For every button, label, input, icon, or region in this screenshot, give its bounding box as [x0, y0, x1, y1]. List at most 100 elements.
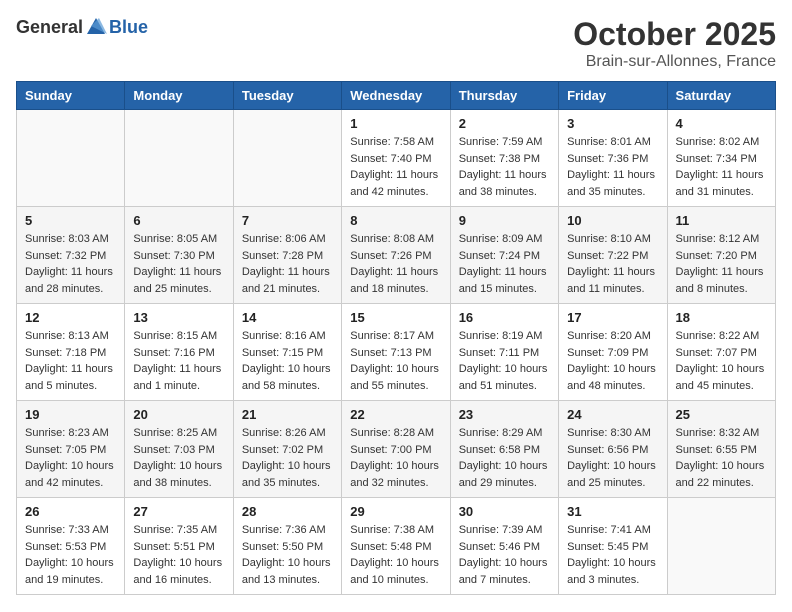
day-info: Sunrise: 7:38 AM Sunset: 5:48 PM Dayligh…: [350, 522, 441, 588]
day-info: Sunrise: 8:32 AM Sunset: 6:55 PM Dayligh…: [676, 425, 767, 491]
day-info: Sunrise: 8:02 AM Sunset: 7:34 PM Dayligh…: [676, 134, 767, 200]
day-info: Sunrise: 8:25 AM Sunset: 7:03 PM Dayligh…: [133, 425, 224, 491]
calendar-cell: 20 Sunrise: 8:25 AM Sunset: 7:03 PM Dayli…: [125, 401, 233, 498]
logo-general-text: General: [16, 17, 83, 38]
day-info: Sunrise: 7:39 AM Sunset: 5:46 PM Dayligh…: [459, 522, 550, 588]
day-info: Sunrise: 8:01 AM Sunset: 7:36 PM Dayligh…: [567, 134, 658, 200]
calendar-cell: [125, 110, 233, 207]
calendar-cell: 28 Sunrise: 7:36 AM Sunset: 5:50 PM Dayli…: [233, 498, 341, 595]
calendar-cell: [233, 110, 341, 207]
calendar-cell: 23 Sunrise: 8:29 AM Sunset: 6:58 PM Dayli…: [450, 401, 558, 498]
calendar-cell: 30 Sunrise: 7:39 AM Sunset: 5:46 PM Dayli…: [450, 498, 558, 595]
col-header-monday: Monday: [125, 82, 233, 110]
logo-blue-text: Blue: [109, 17, 148, 38]
calendar-cell: 24 Sunrise: 8:30 AM Sunset: 6:56 PM Dayli…: [559, 401, 667, 498]
calendar-cell: 14Sunrise: 8:16 AM Sunset: 7:15 PM Dayli…: [233, 304, 341, 401]
month-title: October 2025: [573, 16, 776, 53]
week-row-1: 1 Sunrise: 7:58 AM Sunset: 7:40 PM Daylig…: [17, 110, 776, 207]
calendar-cell: 26Sunrise: 7:33 AM Sunset: 5:53 PM Dayli…: [17, 498, 125, 595]
calendar-cell: 7 Sunrise: 8:06 AM Sunset: 7:28 PM Daylig…: [233, 207, 341, 304]
day-info: Sunrise: 8:28 AM Sunset: 7:00 PM Dayligh…: [350, 425, 441, 491]
calendar-cell: 21 Sunrise: 8:26 AM Sunset: 7:02 PM Dayli…: [233, 401, 341, 498]
day-info: Sunrise: 7:59 AM Sunset: 7:38 PM Dayligh…: [459, 134, 550, 200]
col-header-tuesday: Tuesday: [233, 82, 341, 110]
day-info: Sunrise: 8:26 AM Sunset: 7:02 PM Dayligh…: [242, 425, 333, 491]
week-row-5: 26Sunrise: 7:33 AM Sunset: 5:53 PM Dayli…: [17, 498, 776, 595]
day-number: 7: [242, 213, 333, 228]
day-number: 21: [242, 407, 333, 422]
calendar-cell: 25 Sunrise: 8:32 AM Sunset: 6:55 PM Dayli…: [667, 401, 775, 498]
week-row-2: 5 Sunrise: 8:03 AM Sunset: 7:32 PM Daylig…: [17, 207, 776, 304]
calendar-cell: 1 Sunrise: 7:58 AM Sunset: 7:40 PM Daylig…: [342, 110, 450, 207]
calendar-cell: 10 Sunrise: 8:10 AM Sunset: 7:22 PM Dayli…: [559, 207, 667, 304]
day-number: 16: [459, 310, 550, 325]
day-info: Sunrise: 8:16 AM Sunset: 7:15 PM Dayligh…: [242, 328, 333, 394]
calendar-cell: [667, 498, 775, 595]
day-number: 22: [350, 407, 441, 422]
day-info: Sunrise: 8:06 AM Sunset: 7:28 PM Dayligh…: [242, 231, 333, 297]
day-number: 11: [676, 213, 767, 228]
day-number: 10: [567, 213, 658, 228]
calendar-header-row: SundayMondayTuesdayWednesdayThursdayFrid…: [17, 82, 776, 110]
day-info: Sunrise: 7:33 AM Sunset: 5:53 PM Dayligh…: [25, 522, 116, 588]
day-number: 6: [133, 213, 224, 228]
calendar-cell: 19Sunrise: 8:23 AM Sunset: 7:05 PM Dayli…: [17, 401, 125, 498]
col-header-friday: Friday: [559, 82, 667, 110]
calendar-cell: 4 Sunrise: 8:02 AM Sunset: 7:34 PM Daylig…: [667, 110, 775, 207]
calendar-cell: 29 Sunrise: 7:38 AM Sunset: 5:48 PM Dayli…: [342, 498, 450, 595]
day-info: Sunrise: 8:03 AM Sunset: 7:32 PM Dayligh…: [25, 231, 116, 297]
calendar-cell: 2 Sunrise: 7:59 AM Sunset: 7:38 PM Daylig…: [450, 110, 558, 207]
day-info: Sunrise: 7:35 AM Sunset: 5:51 PM Dayligh…: [133, 522, 224, 588]
day-number: 27: [133, 504, 224, 519]
day-number: 29: [350, 504, 441, 519]
day-info: Sunrise: 8:19 AM Sunset: 7:11 PM Dayligh…: [459, 328, 550, 394]
page-header: General Blue October 2025 Brain-sur-Allo…: [16, 16, 776, 71]
calendar-cell: 6Sunrise: 8:05 AM Sunset: 7:30 PM Daylig…: [125, 207, 233, 304]
calendar-cell: 27 Sunrise: 7:35 AM Sunset: 5:51 PM Dayli…: [125, 498, 233, 595]
day-info: Sunrise: 8:13 AM Sunset: 7:18 PM Dayligh…: [25, 328, 116, 394]
day-info: Sunrise: 8:29 AM Sunset: 6:58 PM Dayligh…: [459, 425, 550, 491]
calendar-cell: 5 Sunrise: 8:03 AM Sunset: 7:32 PM Daylig…: [17, 207, 125, 304]
day-number: 19: [25, 407, 116, 422]
day-info: Sunrise: 8:20 AM Sunset: 7:09 PM Dayligh…: [567, 328, 658, 394]
day-number: 18: [676, 310, 767, 325]
day-info: Sunrise: 8:30 AM Sunset: 6:56 PM Dayligh…: [567, 425, 658, 491]
day-number: 2: [459, 116, 550, 131]
day-number: 1: [350, 116, 441, 131]
day-number: 24: [567, 407, 658, 422]
day-number: 13: [133, 310, 224, 325]
col-header-sunday: Sunday: [17, 82, 125, 110]
location-subtitle: Brain-sur-Allonnes, France: [573, 53, 776, 71]
day-info: Sunrise: 8:15 AM Sunset: 7:16 PM Dayligh…: [133, 328, 224, 394]
calendar-cell: 17 Sunrise: 8:20 AM Sunset: 7:09 PM Dayli…: [559, 304, 667, 401]
calendar-cell: 22 Sunrise: 8:28 AM Sunset: 7:00 PM Dayli…: [342, 401, 450, 498]
day-number: 17: [567, 310, 658, 325]
calendar-cell: [17, 110, 125, 207]
calendar-table: SundayMondayTuesdayWednesdayThursdayFrid…: [16, 81, 776, 595]
day-number: 23: [459, 407, 550, 422]
day-number: 31: [567, 504, 658, 519]
day-info: Sunrise: 7:41 AM Sunset: 5:45 PM Dayligh…: [567, 522, 658, 588]
day-info: Sunrise: 8:17 AM Sunset: 7:13 PM Dayligh…: [350, 328, 441, 394]
day-number: 30: [459, 504, 550, 519]
day-number: 4: [676, 116, 767, 131]
day-info: Sunrise: 7:58 AM Sunset: 7:40 PM Dayligh…: [350, 134, 441, 200]
calendar-cell: 3 Sunrise: 8:01 AM Sunset: 7:36 PM Daylig…: [559, 110, 667, 207]
col-header-saturday: Saturday: [667, 82, 775, 110]
calendar-cell: 11Sunrise: 8:12 AM Sunset: 7:20 PM Dayli…: [667, 207, 775, 304]
col-header-wednesday: Wednesday: [342, 82, 450, 110]
day-number: 25: [676, 407, 767, 422]
calendar-cell: 9Sunrise: 8:09 AM Sunset: 7:24 PM Daylig…: [450, 207, 558, 304]
day-number: 5: [25, 213, 116, 228]
calendar-cell: 13 Sunrise: 8:15 AM Sunset: 7:16 PM Dayli…: [125, 304, 233, 401]
day-info: Sunrise: 8:09 AM Sunset: 7:24 PM Dayligh…: [459, 231, 550, 297]
day-number: 3: [567, 116, 658, 131]
day-number: 20: [133, 407, 224, 422]
day-info: Sunrise: 8:10 AM Sunset: 7:22 PM Dayligh…: [567, 231, 658, 297]
day-info: Sunrise: 8:22 AM Sunset: 7:07 PM Dayligh…: [676, 328, 767, 394]
calendar-cell: 15Sunrise: 8:17 AM Sunset: 7:13 PM Dayli…: [342, 304, 450, 401]
day-number: 28: [242, 504, 333, 519]
day-number: 12: [25, 310, 116, 325]
day-info: Sunrise: 7:36 AM Sunset: 5:50 PM Dayligh…: [242, 522, 333, 588]
calendar-cell: 31 Sunrise: 7:41 AM Sunset: 5:45 PM Dayli…: [559, 498, 667, 595]
